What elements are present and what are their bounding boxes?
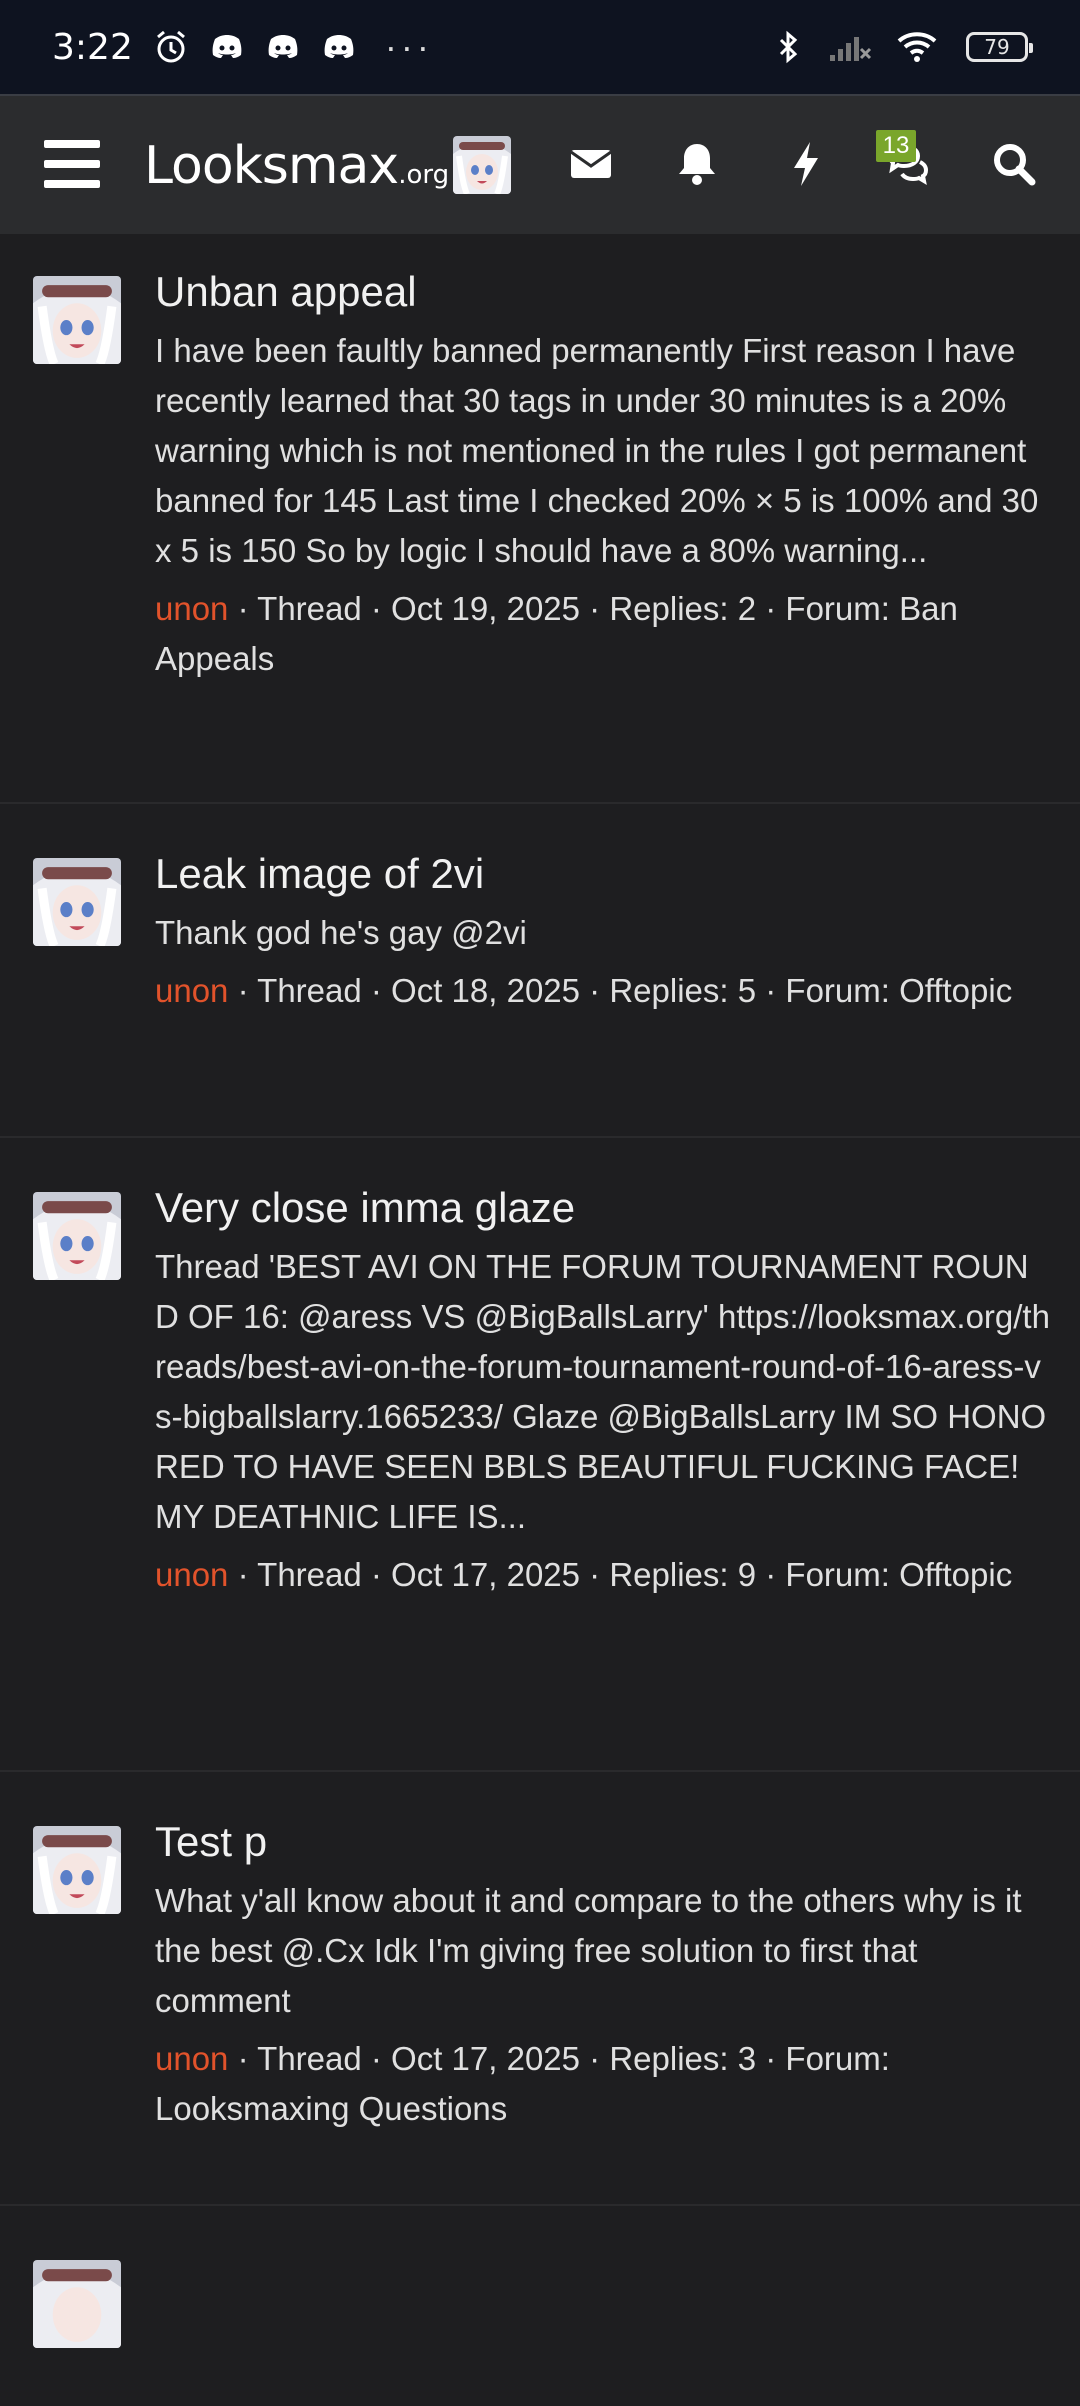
- post-date: Oct 17, 2025: [391, 1556, 581, 1593]
- avatar[interactable]: [33, 1192, 121, 1280]
- content-type: Thread: [257, 972, 362, 1009]
- thread-snippet: What y'all know about it and compare to …: [155, 1882, 1022, 2019]
- discord-icon: [212, 35, 242, 58]
- content-type: Thread: [257, 590, 362, 627]
- thread-title[interactable]: Leak image of 2vi: [155, 846, 1050, 902]
- thread-title[interactable]: Very close imma glaze: [155, 1180, 1050, 1236]
- user-avatar[interactable]: [453, 136, 511, 194]
- battery-indicator: 79: [966, 32, 1033, 62]
- conversations-badge: 13: [876, 130, 916, 162]
- app-header: Looksmax.org 13: [0, 94, 1080, 234]
- thread-snippet: Thread 'BEST AVI ON THE FORUM TOURNAMENT…: [155, 1248, 1050, 1535]
- discord-icon: [324, 35, 354, 58]
- reply-count: Replies: 3: [609, 2040, 757, 2077]
- thread-meta: unon · Thread · Oct 17, 2025 · Replies: …: [155, 2040, 890, 2127]
- alarm-icon: [156, 30, 185, 63]
- author-link[interactable]: unon: [155, 2040, 228, 2077]
- author-link[interactable]: unon: [155, 590, 228, 627]
- reply-count: Replies: 2: [609, 590, 757, 627]
- avatar[interactable]: [33, 276, 121, 364]
- logo-suffix: .org: [398, 160, 450, 190]
- cell-signal-off-icon: [830, 37, 872, 61]
- author-link[interactable]: unon: [155, 1556, 228, 1593]
- avatar[interactable]: [33, 2260, 121, 2348]
- overflow-dots: ···: [384, 26, 433, 67]
- thread-title[interactable]: Test p: [155, 1814, 1050, 1870]
- status-time: 3:22: [52, 26, 133, 68]
- forum-link[interactable]: Forum: Offtopic: [785, 1556, 1012, 1593]
- discord-icon: [268, 35, 298, 58]
- post-date: Oct 17, 2025: [391, 2040, 581, 2077]
- search-results-list: Unban appeal I have been faultly banned …: [0, 234, 1080, 2406]
- avatar[interactable]: [33, 858, 121, 946]
- thread-meta: unon · Thread · Oct 19, 2025 · Replies: …: [155, 590, 958, 677]
- avatar[interactable]: [33, 1826, 121, 1914]
- bluetooth-icon: [779, 30, 798, 64]
- thread-snippet: I have been faultly banned permanently F…: [155, 332, 1039, 569]
- list-item[interactable]: Leak image of 2vi Thank god he's gay @2v…: [0, 804, 1080, 1138]
- forum-link[interactable]: Forum: Offtopic: [785, 972, 1012, 1009]
- post-date: Oct 19, 2025: [391, 590, 581, 627]
- content-type: Thread: [257, 2040, 362, 2077]
- list-item[interactable]: [0, 2206, 1080, 2406]
- thread-snippet: Thank god he's gay @2vi: [155, 914, 527, 951]
- search-icon[interactable]: [988, 138, 1040, 190]
- reply-count: Replies: 5: [609, 972, 757, 1009]
- list-item[interactable]: Test p What y'all know about it and comp…: [0, 1772, 1080, 2206]
- author-link[interactable]: unon: [155, 972, 228, 1009]
- thread-meta: unon · Thread · Oct 18, 2025 · Replies: …: [155, 972, 1013, 1009]
- thread-title[interactable]: Unban appeal: [155, 264, 1050, 320]
- status-bar: 3:22 ··· 79: [0, 0, 1080, 94]
- content-type: Thread: [257, 1556, 362, 1593]
- thread-meta: unon · Thread · Oct 17, 2025 · Replies: …: [155, 1556, 1013, 1593]
- lightning-icon[interactable]: [780, 138, 832, 190]
- reply-count: Replies: 9: [609, 1556, 757, 1593]
- bell-icon[interactable]: [671, 138, 723, 190]
- inbox-icon[interactable]: [565, 138, 617, 190]
- site-logo[interactable]: Looksmax.org: [144, 136, 449, 196]
- list-item[interactable]: Unban appeal I have been faultly banned …: [0, 234, 1080, 804]
- logo-text: Looksmax: [144, 136, 399, 196]
- battery-level: 79: [984, 35, 1010, 59]
- menu-icon[interactable]: [44, 140, 100, 190]
- post-date: Oct 18, 2025: [391, 972, 581, 1009]
- wifi-icon: [897, 32, 937, 62]
- list-item[interactable]: Very close imma glaze Thread 'BEST AVI O…: [0, 1138, 1080, 1772]
